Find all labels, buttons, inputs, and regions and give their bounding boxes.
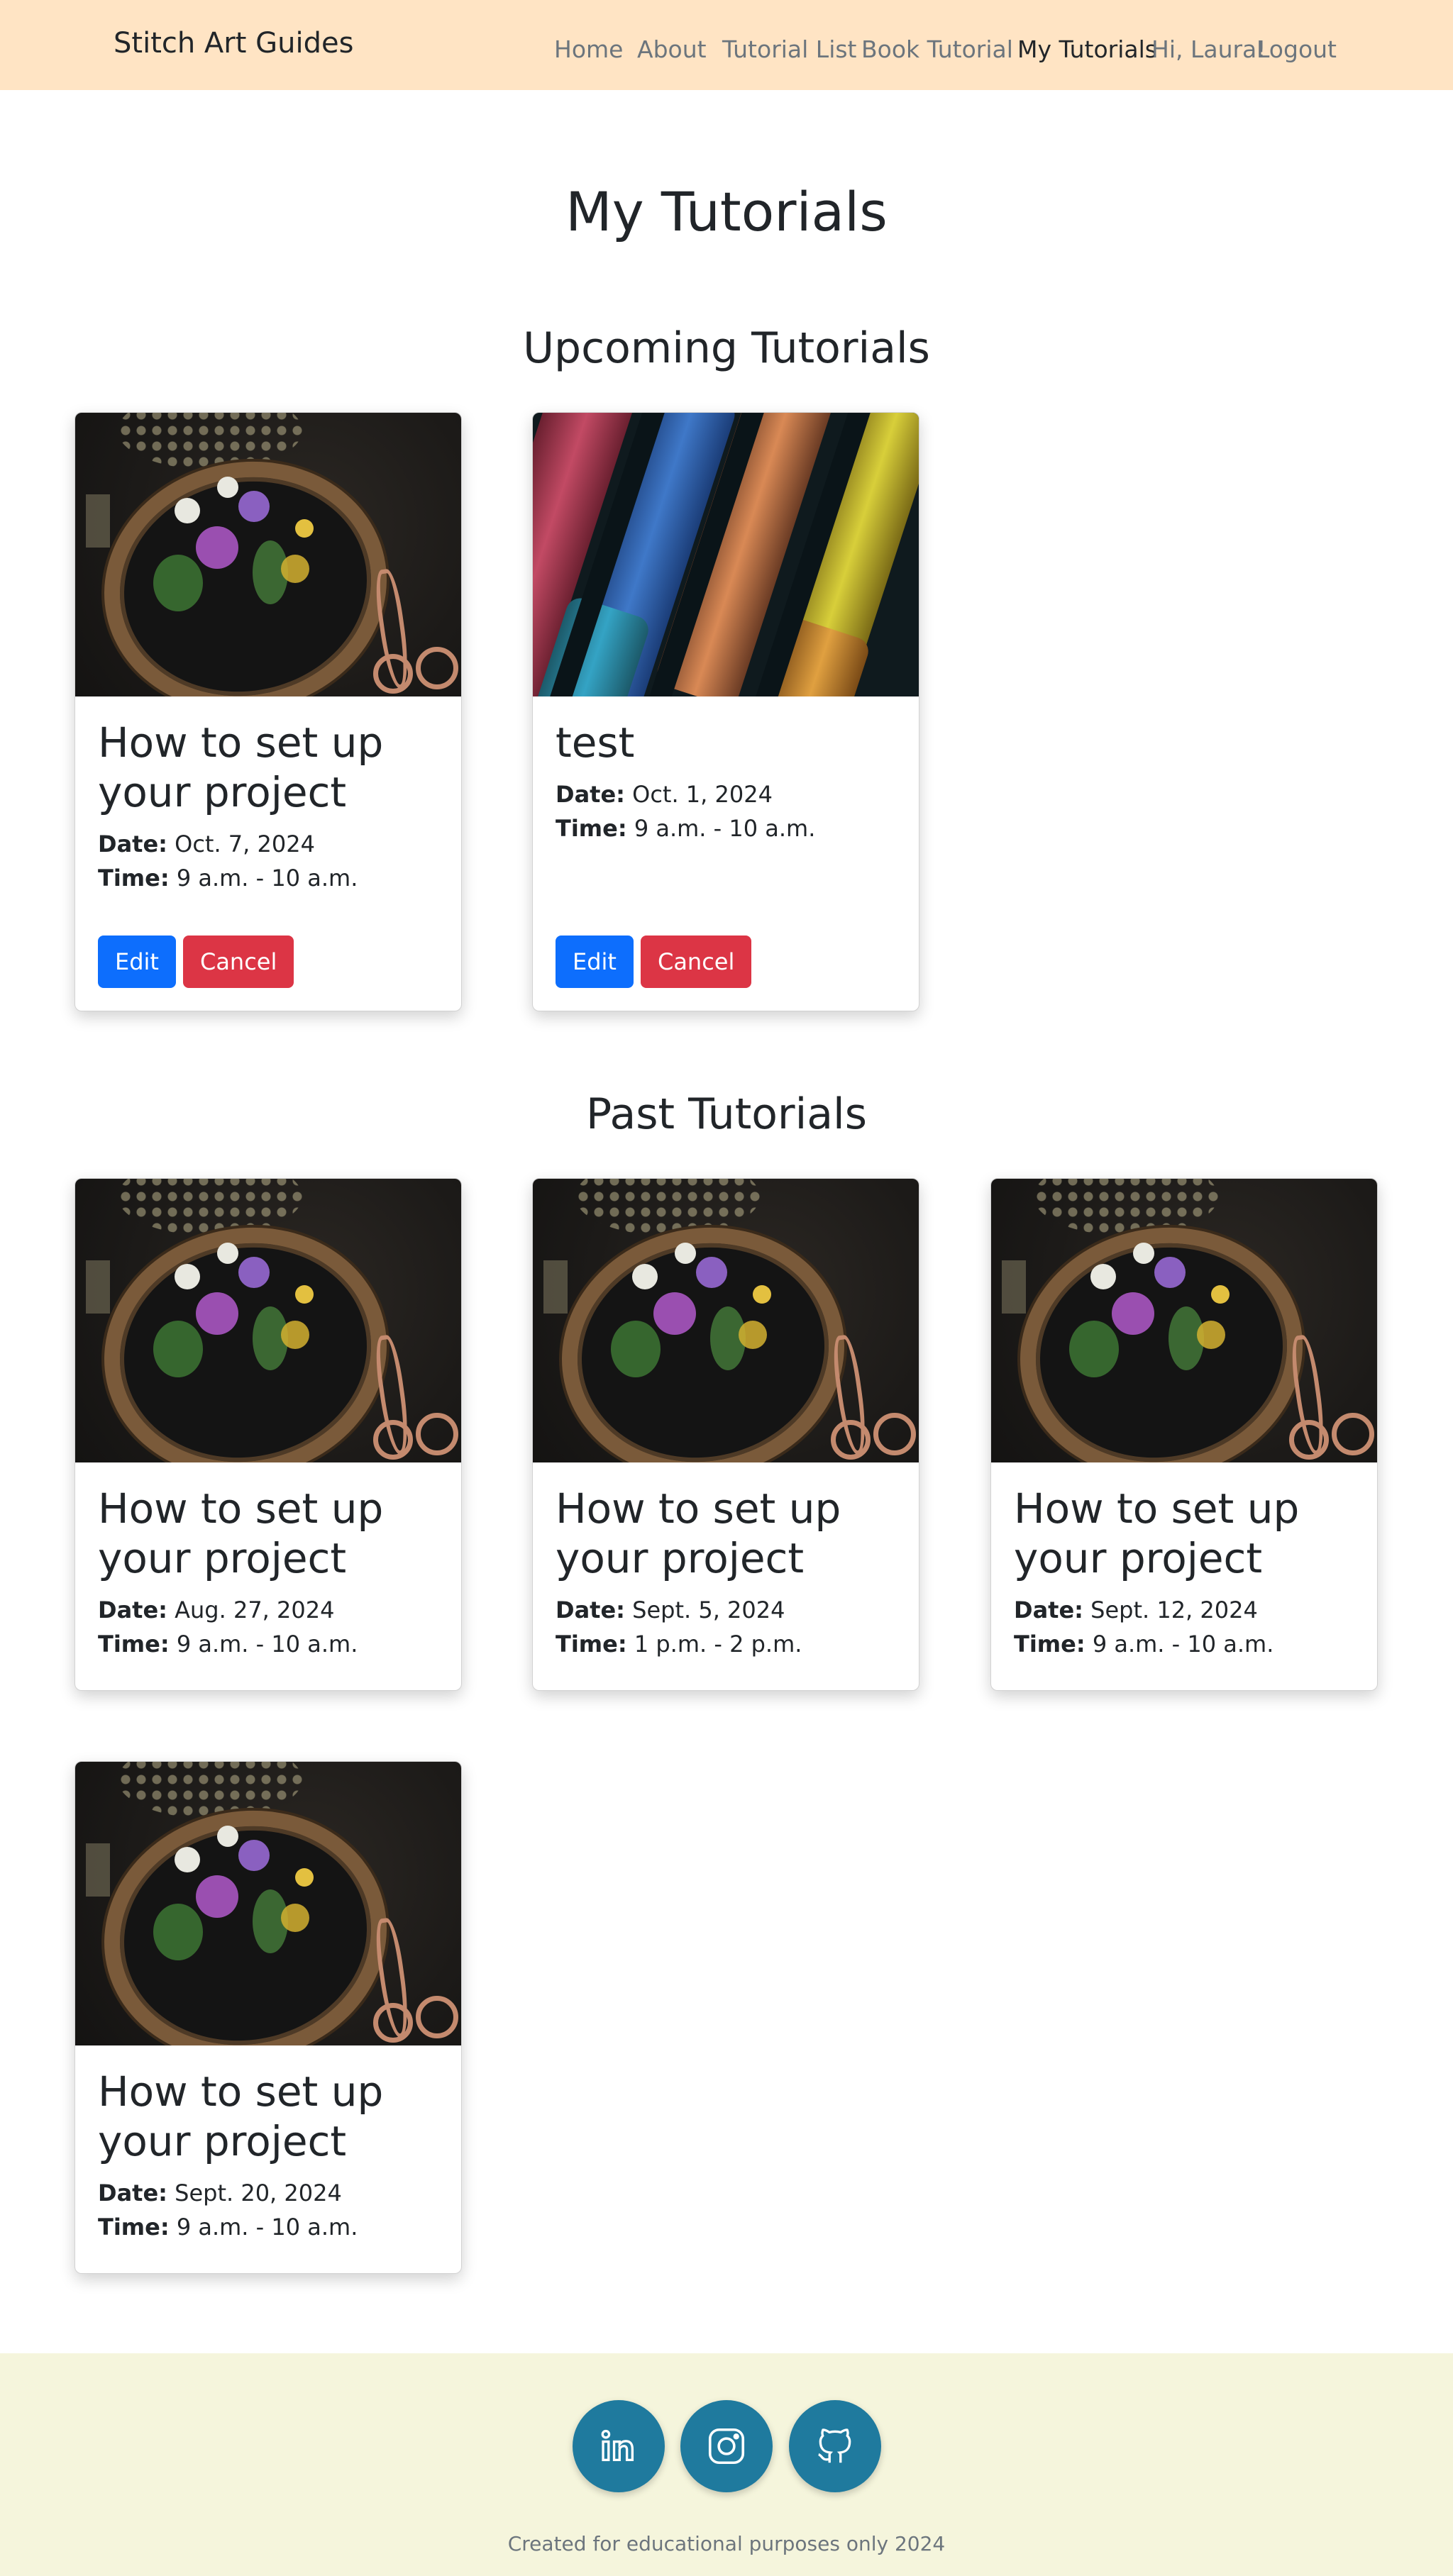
embroidery-hoop-image <box>75 1179 461 1462</box>
date-label: Date: <box>556 781 625 808</box>
linkedin-icon <box>601 2429 634 2462</box>
nav-link-tutorial-list[interactable]: Tutorial List <box>722 35 857 63</box>
footer: Created for educational purposes only 20… <box>0 2353 1453 2576</box>
embroidery-hoop-image <box>991 1179 1377 1462</box>
card-date: Sept. 20, 2024 <box>175 2180 342 2206</box>
date-label: Date: <box>98 2180 167 2206</box>
card-date: Oct. 7, 2024 <box>175 831 315 857</box>
instagram-icon <box>708 2428 745 2465</box>
edit-button[interactable]: Edit <box>556 936 634 988</box>
card-title: test <box>556 718 635 767</box>
card-time: 9 a.m. - 10 a.m. <box>634 815 816 842</box>
footer-text: Created for educational purposes only 20… <box>507 2532 946 2555</box>
time-label: Time: <box>1014 1631 1085 1658</box>
card-time: 9 a.m. - 10 a.m. <box>176 865 358 892</box>
embroidery-hoop-image <box>75 1762 461 2045</box>
card-title: How to set up your project <box>98 1484 384 1582</box>
card-date: Oct. 1, 2024 <box>632 781 773 808</box>
date-label: Date: <box>98 1597 167 1623</box>
card-title: How to set up your project <box>1014 1484 1300 1582</box>
edit-button[interactable]: Edit <box>98 936 176 988</box>
nav-link-book-tutorial[interactable]: Book Tutorial <box>861 35 1013 63</box>
card-time: 9 a.m. - 10 a.m. <box>1092 1631 1274 1658</box>
nav-link-my-tutorials[interactable]: My Tutorials <box>1017 35 1157 63</box>
time-label: Time: <box>556 1631 627 1658</box>
navbar: Stitch Art Guides Home About Tutorial Li… <box>0 0 1453 90</box>
card-title: How to set up your project <box>98 718 384 816</box>
upcoming-heading: Upcoming Tutorials <box>523 323 930 373</box>
card-date: Sept. 5, 2024 <box>632 1597 785 1623</box>
embroidery-hoop-image <box>533 1179 919 1462</box>
upcoming-card: How to set up your project Date: Oct. 7,… <box>74 412 462 1011</box>
nav-link-logout[interactable]: Logout <box>1256 35 1337 63</box>
date-label: Date: <box>98 831 167 857</box>
nav-link-about[interactable]: About <box>637 35 707 63</box>
past-card: How to set up your project Date: Sept. 2… <box>74 1761 462 2274</box>
card-date: Aug. 27, 2024 <box>175 1597 335 1623</box>
instagram-link[interactable] <box>680 2400 773 2492</box>
time-label: Time: <box>98 1631 170 1658</box>
card-time: 9 a.m. - 10 a.m. <box>176 1631 358 1658</box>
embroidery-hoop-image <box>75 413 461 696</box>
nav-link-home[interactable]: Home <box>554 35 623 63</box>
page-title: My Tutorials <box>565 180 888 243</box>
github-link[interactable] <box>789 2400 881 2492</box>
upcoming-card: test Date: Oct. 1, 2024 Time: 9 a.m. - 1… <box>532 412 919 1011</box>
time-label: Time: <box>98 2214 170 2241</box>
brand-link[interactable]: Stitch Art Guides <box>114 27 353 60</box>
past-heading: Past Tutorials <box>586 1089 867 1139</box>
card-date: Sept. 12, 2024 <box>1090 1597 1258 1623</box>
time-label: Time: <box>98 865 170 892</box>
date-label: Date: <box>1014 1597 1083 1623</box>
date-label: Date: <box>556 1597 625 1623</box>
user-greeting: Hi, Laura! <box>1151 35 1266 63</box>
cancel-button[interactable]: Cancel <box>182 936 294 988</box>
past-card: How to set up your project Date: Sept. 1… <box>990 1178 1378 1691</box>
thread-spools-image <box>533 413 919 696</box>
card-time: 1 p.m. - 2 p.m. <box>634 1631 802 1658</box>
linkedin-link[interactable] <box>573 2400 665 2492</box>
cancel-button[interactable]: Cancel <box>640 936 752 988</box>
past-card: How to set up your project Date: Aug. 27… <box>74 1178 462 1691</box>
card-title: How to set up your project <box>556 1484 841 1582</box>
past-card: How to set up your project Date: Sept. 5… <box>532 1178 919 1691</box>
card-title: How to set up your project <box>98 2067 384 2165</box>
github-icon <box>818 2428 851 2463</box>
time-label: Time: <box>556 815 627 842</box>
card-time: 9 a.m. - 10 a.m. <box>176 2214 358 2241</box>
